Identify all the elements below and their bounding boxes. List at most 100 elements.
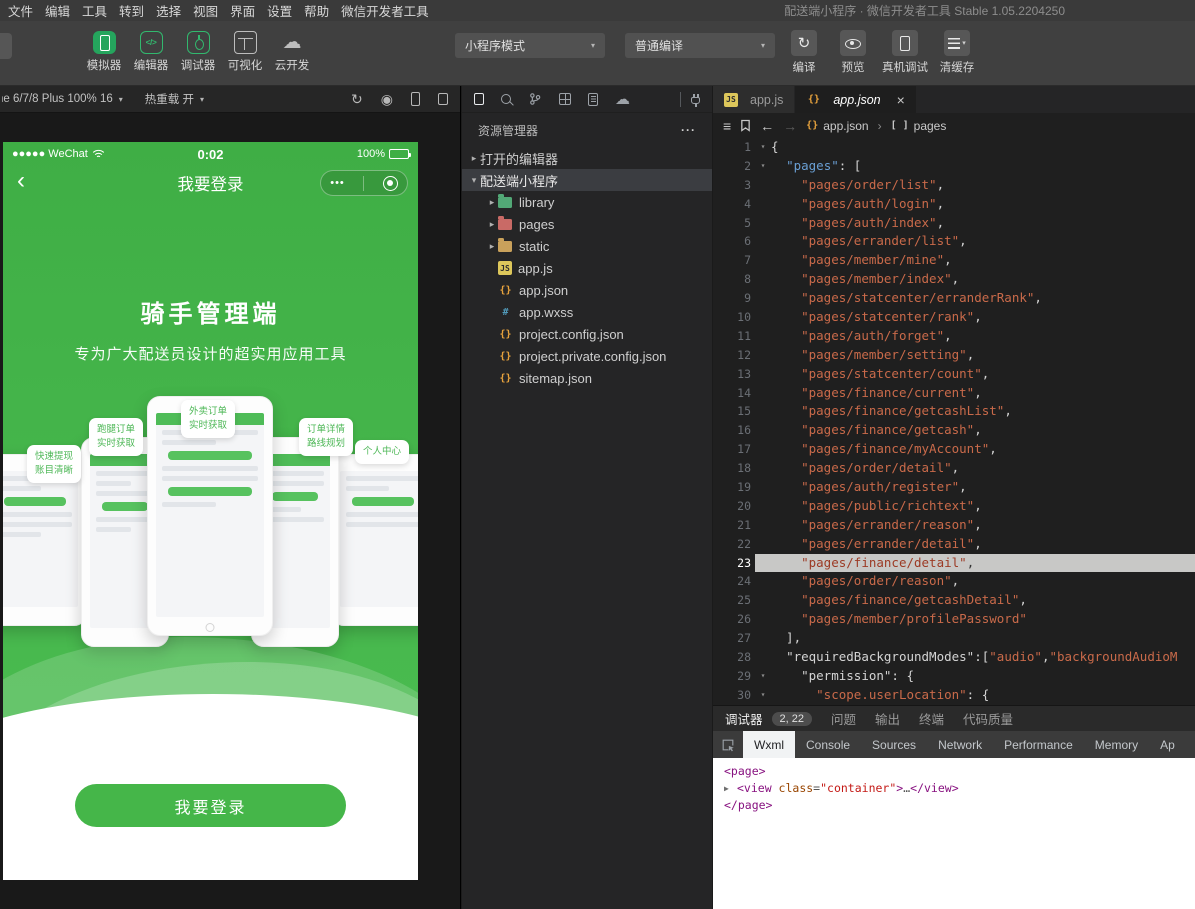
- code-line[interactable]: 6 "pages/errander/list",: [713, 232, 1195, 251]
- search-icon[interactable]: [501, 94, 511, 104]
- devtools-tab-Ap[interactable]: Ap: [1149, 731, 1186, 758]
- menu-item[interactable]: 转到: [113, 1, 150, 20]
- devtools-tab-Performance[interactable]: Performance: [993, 731, 1084, 758]
- menu-item[interactable]: 文件: [2, 1, 39, 20]
- layout-grid-icon[interactable]: [559, 93, 571, 105]
- menu-item[interactable]: 帮助: [298, 1, 335, 20]
- code-line[interactable]: 22 "pages/errander/detail",: [713, 535, 1195, 554]
- tool-simulator[interactable]: 模拟器: [84, 30, 124, 73]
- breadcrumb-file[interactable]: app.json: [823, 119, 868, 133]
- hot-reload-toggle[interactable]: 热重载 开 ▾: [145, 91, 204, 107]
- editor-tab-app.json[interactable]: {}app.json×: [795, 86, 916, 113]
- nav-back-icon[interactable]: ←: [760, 118, 774, 134]
- outline-icon[interactable]: ≡: [723, 118, 731, 134]
- close-icon[interactable]: ×: [897, 93, 905, 107]
- code-line[interactable]: 16 "pages/finance/getcash",: [713, 421, 1195, 440]
- code-line[interactable]: 8 "pages/member/index",: [713, 270, 1195, 289]
- menu-item[interactable]: 视图: [187, 1, 224, 20]
- devtools-tab-Sources[interactable]: Sources: [861, 731, 927, 758]
- files-icon[interactable]: [474, 93, 484, 105]
- tool-editor[interactable]: </>编辑器: [131, 30, 171, 73]
- source-control-icon[interactable]: [528, 92, 542, 106]
- tool-cloud[interactable]: ☁云开发: [272, 30, 312, 73]
- tool-clear-cache[interactable]: ▾清缓存: [937, 30, 977, 75]
- code-line[interactable]: 14 "pages/finance/current",: [713, 384, 1195, 403]
- device-icon[interactable]: [411, 92, 420, 106]
- panel-tab-输出[interactable]: 输出: [875, 709, 900, 728]
- code-line[interactable]: 11 "pages/auth/forget",: [713, 327, 1195, 346]
- mode-select[interactable]: 小程序模式 ▾: [455, 33, 605, 58]
- code-line[interactable]: 21 "pages/errander/reason",: [713, 516, 1195, 535]
- tool-compile[interactable]: ↻编译: [784, 30, 824, 75]
- code-line[interactable]: 12 "pages/member/setting",: [713, 346, 1195, 365]
- menu-item[interactable]: 设置: [261, 1, 298, 20]
- code-line[interactable]: 9 "pages/statcenter/erranderRank",: [713, 289, 1195, 308]
- code-line[interactable]: 15 "pages/finance/getcashList",: [713, 402, 1195, 421]
- tool-debugger[interactable]: 调试器: [178, 30, 218, 73]
- wxml-node[interactable]: <page>: [713, 763, 1195, 780]
- tree-item-project.private.config.json[interactable]: {}project.private.config.json: [462, 345, 712, 367]
- tree-section-配送端小程序[interactable]: ▾配送端小程序: [462, 169, 712, 191]
- tree-item-sitemap.json[interactable]: {}sitemap.json: [462, 367, 712, 389]
- code-line[interactable]: 30▾ "scope.userLocation": {: [713, 686, 1195, 705]
- devtools-tab-Memory[interactable]: Memory: [1084, 731, 1149, 758]
- menu-item[interactable]: 界面: [224, 1, 261, 20]
- tree-item-app.js[interactable]: JSapp.js: [462, 257, 712, 279]
- device-selector[interactable]: iPhone 6/7/8 Plus 100% 16 ▾: [2, 93, 123, 105]
- code-line[interactable]: 2▾ "pages": [: [713, 157, 1195, 176]
- screenshot-icon[interactable]: [438, 92, 448, 106]
- menu-item[interactable]: 微信开发者工具: [335, 1, 435, 20]
- panel-tab-终端[interactable]: 终端: [919, 709, 944, 728]
- menu-item[interactable]: 工具: [76, 1, 113, 20]
- tool-device-debug[interactable]: 真机调试: [882, 30, 928, 75]
- login-button[interactable]: 我要登录: [75, 784, 346, 827]
- back-button[interactable]: ‹: [17, 164, 25, 198]
- panel-tab-代码质量[interactable]: 代码质量: [963, 709, 1013, 728]
- tree-item-static[interactable]: ▸static: [462, 235, 712, 257]
- code-line[interactable]: 24 "pages/order/reason",: [713, 572, 1195, 591]
- code-line[interactable]: 23 "pages/finance/detail",: [713, 554, 1195, 573]
- inspect-element-icon[interactable]: [713, 731, 743, 758]
- refresh-icon[interactable]: ↻: [351, 92, 363, 106]
- code-line[interactable]: 19 "pages/auth/register",: [713, 478, 1195, 497]
- wxml-node[interactable]: </page>: [713, 797, 1195, 814]
- tree-item-project.config.json[interactable]: {}project.config.json: [462, 323, 712, 345]
- code-line[interactable]: 29▾ "permission": {: [713, 667, 1195, 686]
- code-line[interactable]: 18 "pages/order/detail",: [713, 459, 1195, 478]
- breadcrumb-symbol[interactable]: pages: [914, 119, 947, 133]
- wxml-node[interactable]: ▶<view class="container">…</view>: [713, 780, 1195, 797]
- code-line[interactable]: 28 "requiredBackgroundModes":["audio","b…: [713, 648, 1195, 667]
- code-line[interactable]: 17 "pages/finance/myAccount",: [713, 440, 1195, 459]
- cloud-icon[interactable]: ☁: [615, 92, 630, 107]
- editor-tab-app.js[interactable]: JSapp.js: [713, 86, 795, 113]
- document-icon[interactable]: [588, 93, 598, 106]
- devtools-tab-Console[interactable]: Console: [795, 731, 861, 758]
- code-line[interactable]: 27 ],: [713, 629, 1195, 648]
- tree-item-pages[interactable]: ▸pages: [462, 213, 712, 235]
- capsule-menu[interactable]: •••: [320, 170, 408, 196]
- code-line[interactable]: 3 "pages/order/list",: [713, 176, 1195, 195]
- code-line[interactable]: 13 "pages/statcenter/count",: [713, 365, 1195, 384]
- devtools-tab-Network[interactable]: Network: [927, 731, 993, 758]
- code-line[interactable]: 5 "pages/auth/index",: [713, 214, 1195, 233]
- tree-item-app.json[interactable]: {}app.json: [462, 279, 712, 301]
- tree-item-app.wxss[interactable]: #app.wxss: [462, 301, 712, 323]
- code-line[interactable]: 1▾{: [713, 138, 1195, 157]
- code-line[interactable]: 4 "pages/auth/login",: [713, 195, 1195, 214]
- code-line[interactable]: 7 "pages/member/mine",: [713, 251, 1195, 270]
- code-line[interactable]: 25 "pages/finance/getcashDetail",: [713, 591, 1195, 610]
- menu-item[interactable]: 选择: [150, 1, 187, 20]
- more-actions-icon[interactable]: ···: [681, 123, 696, 137]
- compile-mode-select[interactable]: 普通编译 ▾: [625, 33, 775, 58]
- record-icon[interactable]: ◉: [381, 92, 393, 106]
- tree-section-打开的编辑器[interactable]: ▸打开的编辑器: [462, 147, 712, 169]
- devtools-tab-Wxml[interactable]: Wxml: [743, 731, 795, 758]
- plugin-icon[interactable]: [691, 94, 700, 104]
- menu-item[interactable]: 编辑: [39, 1, 76, 20]
- tree-item-library[interactable]: ▸library: [462, 191, 712, 213]
- panel-tab-调试器[interactable]: 调试器: [725, 709, 763, 728]
- code-editor[interactable]: 1▾{2▾ "pages": [3 "pages/order/list",4 "…: [713, 138, 1195, 705]
- tool-preview[interactable]: 预览: [833, 30, 873, 75]
- expand-arrow-icon[interactable]: ▶: [724, 780, 737, 797]
- code-line[interactable]: 26 "pages/member/profilePassword": [713, 610, 1195, 629]
